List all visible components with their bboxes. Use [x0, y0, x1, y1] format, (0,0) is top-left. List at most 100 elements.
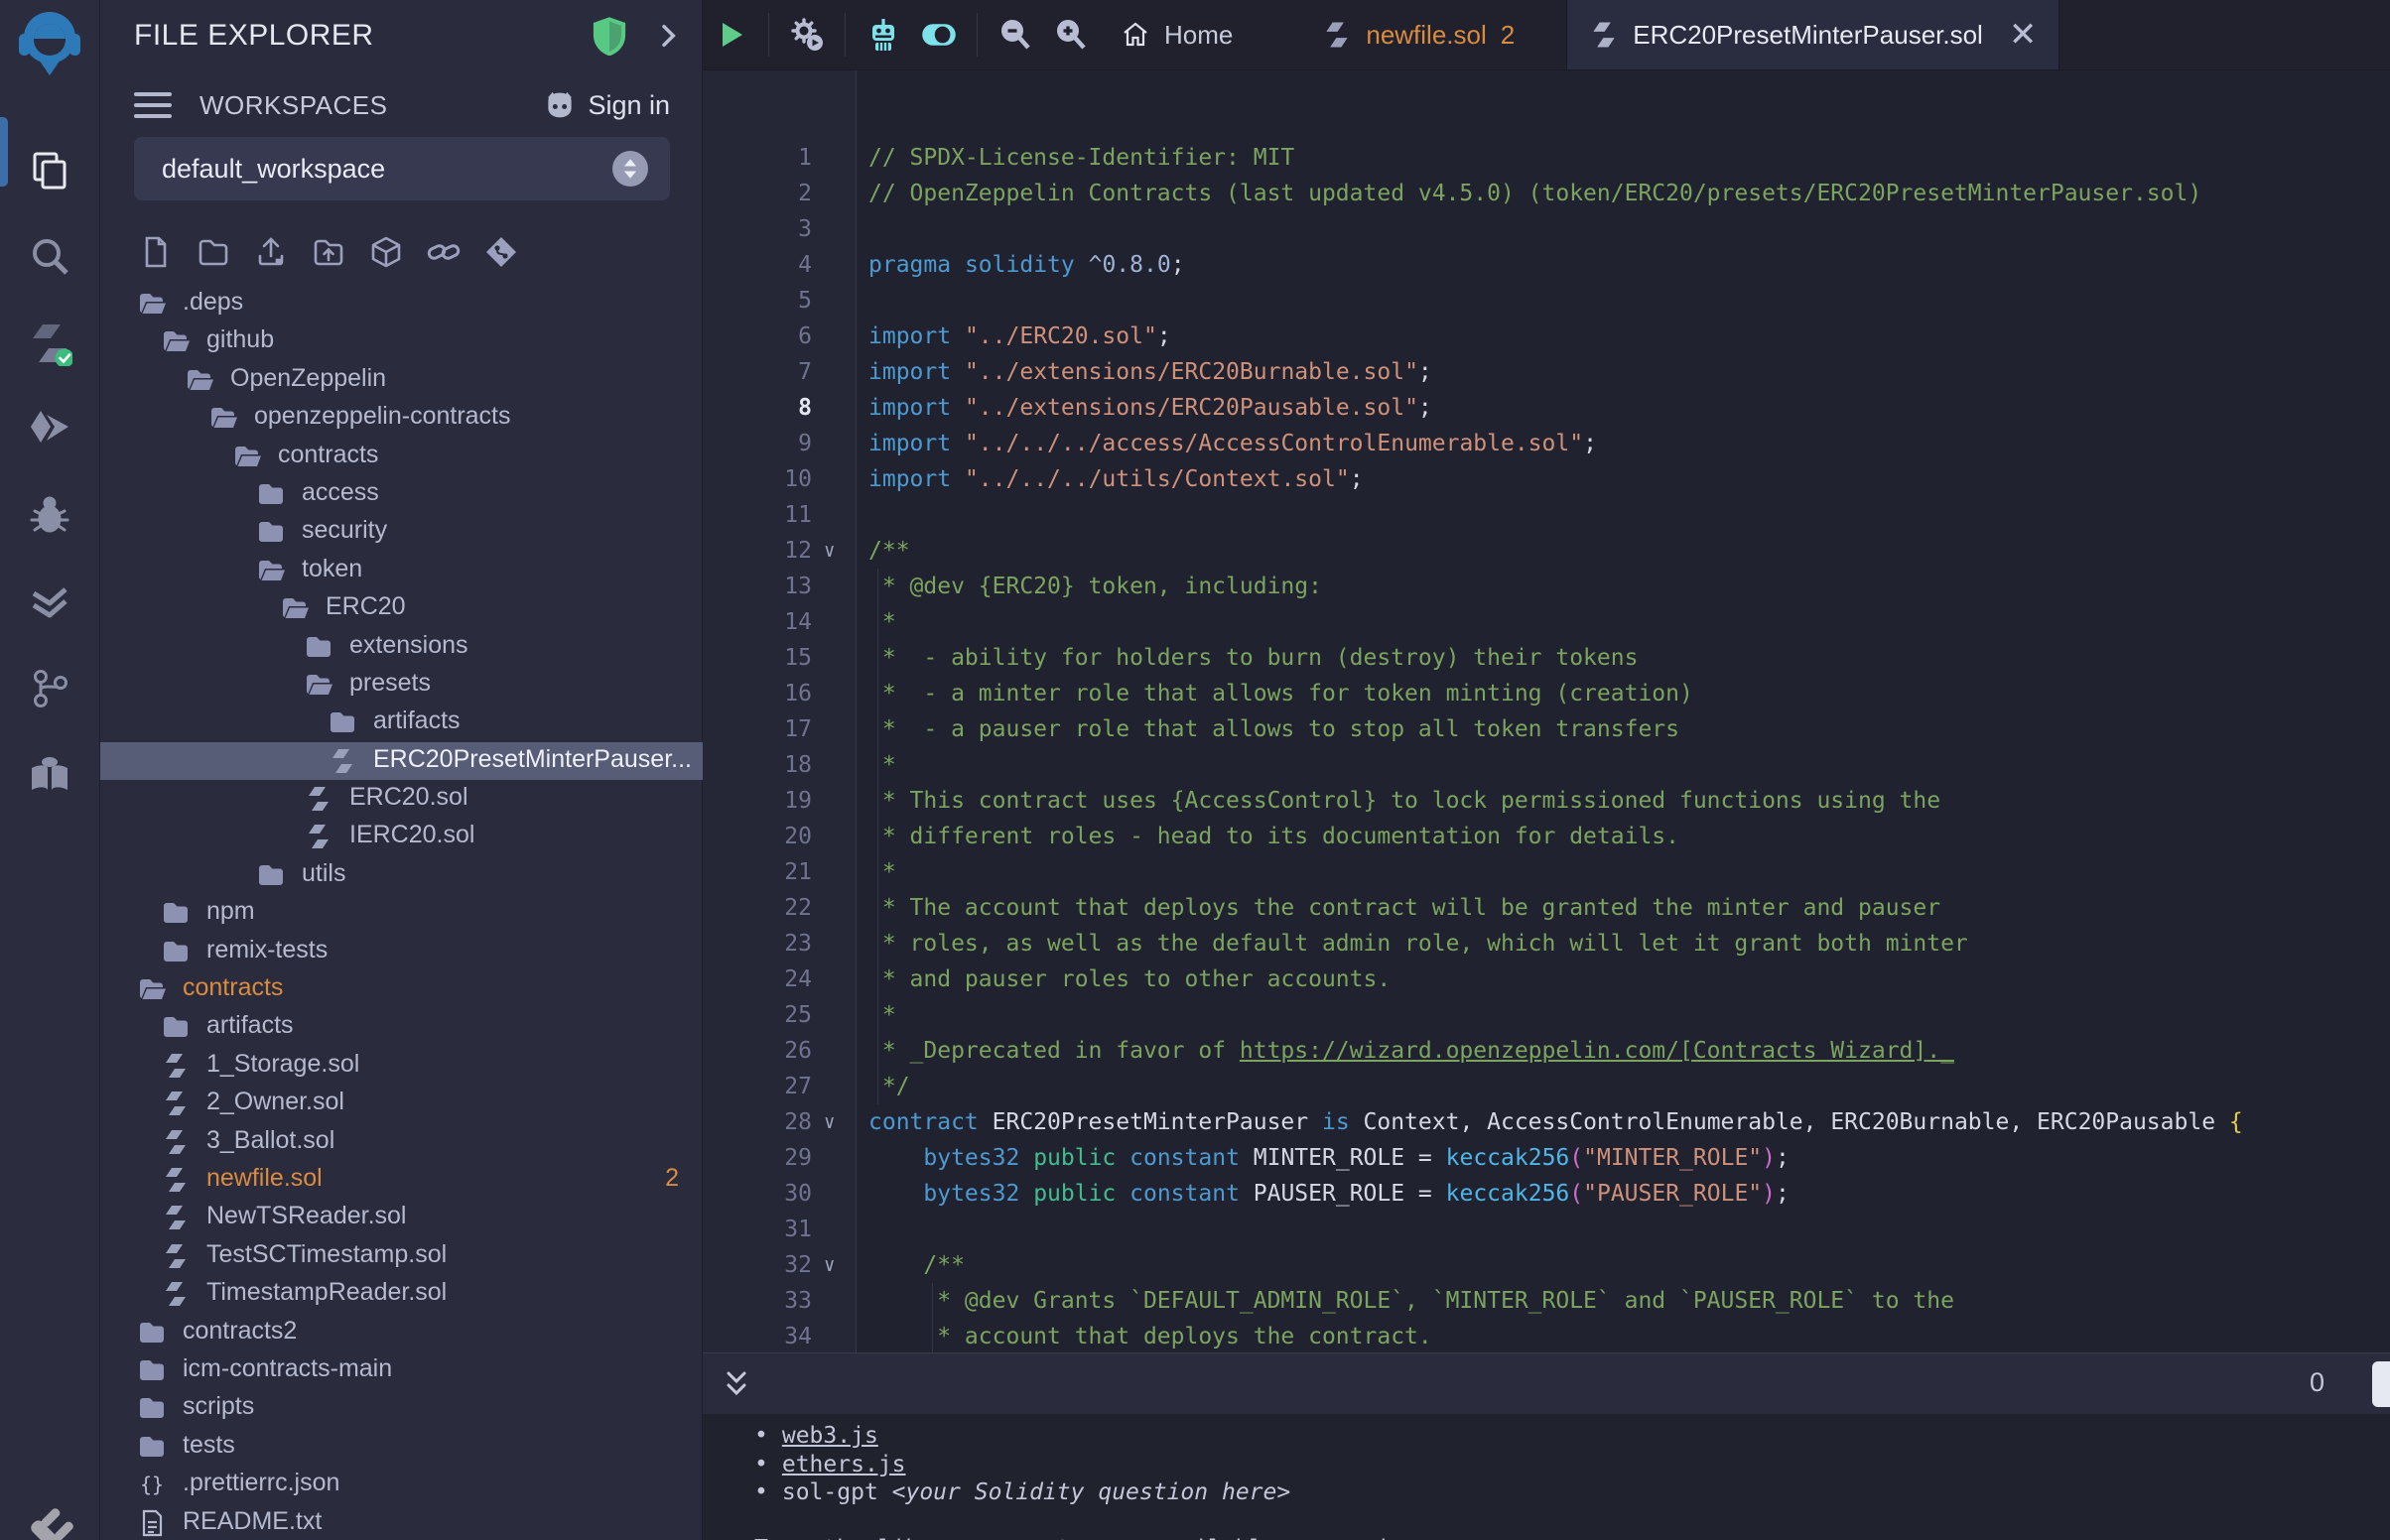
tree-item-erc20presetminterpauser-[interactable]: ERC20PresetMinterPauser... — [100, 742, 703, 780]
tree-item-token[interactable]: token — [100, 552, 703, 589]
folder-icon — [328, 707, 357, 737]
git-icon[interactable] — [0, 645, 99, 731]
tree-item-newfile-sol[interactable]: newfile.sol2 — [100, 1161, 703, 1199]
debugger-icon[interactable] — [0, 472, 99, 559]
tab-erc20presetminterpauser-sol[interactable]: ERC20PresetMinterPauser.sol ✕ — [1566, 0, 2059, 69]
code-editor[interactable]: 1// SPDX-License-Identifier: MIT2// Open… — [703, 70, 2390, 1352]
tree-item-3-ballot-sol[interactable]: 3_Ballot.sol — [100, 1123, 703, 1161]
code-text: * — [868, 997, 896, 1033]
tree-item-artifacts[interactable]: artifacts — [100, 704, 703, 741]
code-line-30: 30 bytes32 public constant PAUSER_ROLE =… — [703, 1176, 2390, 1212]
code-line-23: 23 * roles, as well as the default admin… — [703, 926, 2390, 962]
folder-open-icon — [280, 593, 310, 623]
solidity-compiler-icon[interactable] — [0, 300, 99, 386]
tab-home[interactable]: Home — [1099, 0, 1255, 69]
terminal-library-link[interactable]: web3.js — [782, 1423, 878, 1449]
tree-item-remix-tests[interactable]: remix-tests — [100, 933, 703, 970]
line-number: 25 — [703, 997, 812, 1033]
ai-robot-icon[interactable] — [856, 0, 911, 69]
unit-testing-icon[interactable] — [0, 559, 99, 645]
fold-chevron-icon[interactable]: ∨ — [824, 1104, 850, 1140]
folder-icon — [256, 479, 286, 509]
file-explorer-icon[interactable] — [0, 127, 99, 213]
collapse-panel-icon[interactable] — [652, 20, 684, 52]
tree-item-presets[interactable]: presets — [100, 666, 703, 704]
code-text: bytes32 public constant MINTER_ROLE = ke… — [868, 1140, 1790, 1176]
terminal-collapse-icon[interactable] — [719, 1361, 754, 1405]
terminal-output[interactable]: •web3.js•ethers.js•sol-gpt <your Solidit… — [703, 1414, 2390, 1540]
plugin-manager-icon[interactable] — [0, 731, 99, 818]
tree-item-contracts[interactable]: contracts — [100, 970, 703, 1008]
clone-git-icon[interactable] — [481, 230, 521, 274]
line-number: 30 — [703, 1176, 812, 1212]
tree-item-readme-txt[interactable]: README.txt — [100, 1504, 703, 1540]
ai-toggle[interactable] — [911, 0, 967, 69]
close-tab-icon[interactable]: ✕ — [2009, 20, 2038, 50]
tree-item--prettierrc-json[interactable]: {}.prettierrc.json — [100, 1466, 703, 1503]
tree-item-openzeppelin[interactable]: OpenZeppelin — [100, 361, 703, 399]
terminal-library-link[interactable]: ethers.js — [782, 1452, 906, 1477]
tree-item-extensions[interactable]: extensions — [100, 628, 703, 666]
tree-item-label: ERC20 — [326, 592, 406, 621]
line-number: 21 — [703, 854, 812, 890]
link-icon[interactable] — [424, 230, 464, 274]
tree-item-label: npm — [206, 897, 255, 926]
tree-item-ierc20-sol[interactable]: IERC20.sol — [100, 818, 703, 855]
ipfs-cube-icon[interactable] — [366, 230, 406, 274]
tree-item-security[interactable]: security — [100, 513, 703, 551]
tree-item-erc20-sol[interactable]: ERC20.sol — [100, 780, 703, 818]
line-number: 18 — [703, 747, 812, 783]
plug-icon[interactable] — [22, 1504, 77, 1540]
code-line-34: 34 * account that deploys the contract. — [703, 1319, 2390, 1352]
tree-item-npm[interactable]: npm — [100, 894, 703, 932]
github-icon — [542, 89, 578, 121]
workspace-select[interactable]: default_workspace — [134, 137, 670, 200]
tree-item-2-owner-sol[interactable]: 2_Owner.sol — [100, 1085, 703, 1122]
tree-item-utils[interactable]: utils — [100, 856, 703, 894]
tree-item-access[interactable]: access — [100, 475, 703, 513]
line-number: 16 — [703, 676, 812, 711]
tree-item-newtsreader-sol[interactable]: NewTSReader.sol — [100, 1199, 703, 1236]
line-number: 5 — [703, 283, 812, 319]
tab-newfile-sol[interactable]: newfile.sol 2 — [1300, 0, 1536, 69]
line-number: 28 — [703, 1104, 812, 1140]
script-config-gears-icon[interactable] — [779, 0, 835, 69]
tree-item-tests[interactable]: tests — [100, 1428, 703, 1466]
fold-chevron-icon[interactable]: ∨ — [824, 533, 850, 569]
tree-item-contracts2[interactable]: contracts2 — [100, 1314, 703, 1351]
search-icon[interactable] — [0, 213, 99, 300]
tree-item-github[interactable]: github — [100, 322, 703, 360]
tree-item-icm-contracts-main[interactable]: icm-contracts-main — [100, 1351, 703, 1389]
tree-item-timestampreader-sol[interactable]: TimestampReader.sol — [100, 1275, 703, 1313]
line-number: 8 — [703, 390, 812, 426]
tree-item-erc20[interactable]: ERC20 — [100, 589, 703, 627]
fold-chevron-icon[interactable]: ∨ — [824, 1247, 850, 1283]
tree-item-artifacts[interactable]: artifacts — [100, 1008, 703, 1046]
tree-item-scripts[interactable]: scripts — [100, 1389, 703, 1427]
run-script-button[interactable] — [703, 0, 758, 69]
deploy-run-icon[interactable] — [0, 386, 99, 472]
new-folder-icon[interactable] — [194, 230, 233, 274]
shield-icon[interactable] — [592, 17, 627, 55]
tree-item-label: icm-contracts-main — [183, 1354, 392, 1383]
upload-file-icon[interactable] — [251, 230, 291, 274]
code-line-3: 3 — [703, 211, 2390, 247]
remix-logo[interactable] — [17, 8, 82, 77]
folder-icon — [137, 1393, 167, 1423]
zoom-in-icon[interactable] — [1043, 0, 1099, 69]
tree-item--deps[interactable]: .deps — [100, 285, 703, 322]
tree-item-testsctimestamp-sol[interactable]: TestSCTimestamp.sol — [100, 1237, 703, 1275]
zoom-out-icon[interactable] — [988, 0, 1043, 69]
sign-in-button[interactable]: Sign in — [542, 89, 670, 121]
workspaces-menu-icon[interactable] — [134, 85, 172, 125]
tree-item-label: .prettierrc.json — [183, 1469, 339, 1497]
tree-item-1-storage-sol[interactable]: 1_Storage.sol — [100, 1047, 703, 1085]
tree-item-openzeppelin-contracts[interactable]: openzeppelin-contracts — [100, 399, 703, 437]
folder-open-icon — [232, 442, 262, 471]
upload-folder-icon[interactable] — [309, 230, 348, 274]
line-number: 17 — [703, 711, 812, 747]
new-file-icon[interactable] — [136, 230, 176, 274]
terminal-search-box-partial[interactable] — [2372, 1361, 2390, 1407]
tree-item-label: scripts — [183, 1392, 254, 1421]
tree-item-contracts[interactable]: contracts — [100, 438, 703, 475]
